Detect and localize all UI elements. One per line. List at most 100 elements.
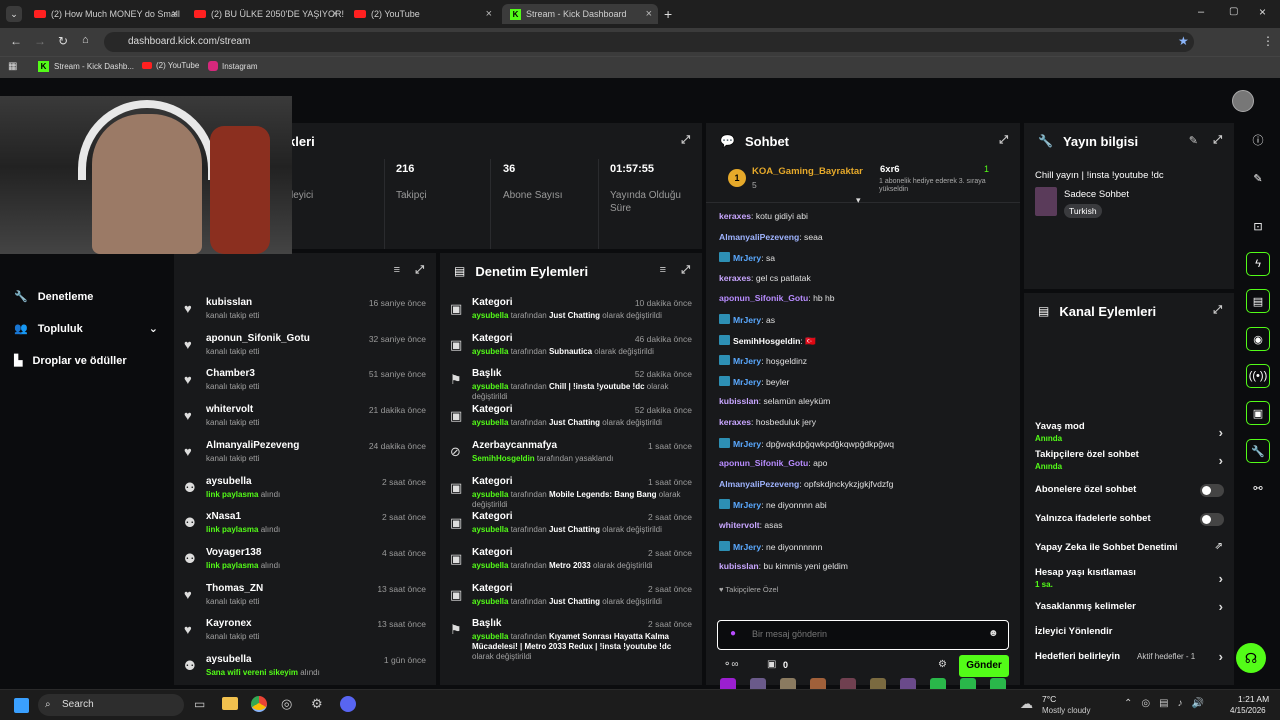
- chat-username[interactable]: kubisslan: [719, 396, 759, 406]
- channel-action-item[interactable]: Yapay Zeka ile Sohbet Denetimi ⇗: [1035, 541, 1223, 553]
- moderator-name[interactable]: aysubella: [472, 525, 508, 534]
- list-item[interactable]: ⚉ aysubella 2 saat önce link paylasma alınd…: [174, 472, 436, 508]
- moderator-name[interactable]: aysubella: [472, 418, 508, 427]
- channel-action-item[interactable]: Takipçilere özel sohbet Anında ›: [1035, 449, 1223, 471]
- send-button[interactable]: Gönder: [959, 655, 1009, 677]
- activity-username[interactable]: Kayronex: [206, 618, 252, 629]
- list-item[interactable]: ♥ Chamber3 51 saniye önce kanalı takip etti: [174, 364, 436, 400]
- activity-username[interactable]: Chamber3: [206, 368, 255, 379]
- wrench-icon[interactable]: 🔧: [1246, 439, 1270, 463]
- bookmark-star-icon[interactable]: ★: [1178, 34, 1189, 48]
- browser-tab-3[interactable]: (2) YouTube ×: [346, 4, 498, 24]
- chat-username[interactable]: MrJery: [733, 500, 761, 510]
- gift-user[interactable]: 6xr6: [880, 164, 900, 175]
- activity-username[interactable]: Voyager138: [206, 547, 261, 558]
- file-explorer-icon[interactable]: [222, 697, 238, 710]
- clipboard-icon[interactable]: ▤: [1246, 289, 1270, 313]
- close-icon[interactable]: ×: [646, 8, 652, 20]
- browser-tab-4[interactable]: K Stream - Kick Dashboard ×: [502, 4, 658, 24]
- clock-date[interactable]: 4/15/2026: [1230, 706, 1266, 715]
- chat-username[interactable]: whitervolt: [719, 520, 760, 530]
- activity-username[interactable]: AlmanyaliPezeveng: [206, 440, 299, 451]
- activity-username[interactable]: Thomas_ZN: [206, 583, 263, 594]
- chat-input-box[interactable]: ● Bir mesaj gönderin ☻: [717, 620, 1009, 650]
- reload-icon[interactable]: ↻: [58, 34, 68, 48]
- bookmark-instagram[interactable]: Instagram: [208, 61, 258, 71]
- activity-username[interactable]: aponun_Sifonik_Gotu: [206, 333, 310, 344]
- list-item[interactable]: ♥ Kayronex 13 saat önce kanalı takip etti: [174, 614, 436, 650]
- chat-username[interactable]: kubisslan: [719, 561, 759, 571]
- community-icon[interactable]: ⚯: [1246, 476, 1270, 500]
- chrome-icon[interactable]: [251, 696, 267, 712]
- chat-username[interactable]: MrJery: [733, 253, 761, 263]
- chat-username[interactable]: MrJery: [733, 439, 761, 449]
- browser-tab-2[interactable]: (2) BU ÜLKE 2050'DE YAŞIYOR! ×: [186, 4, 344, 24]
- chat-username[interactable]: AlmanyaliPezeveng: [719, 232, 799, 242]
- close-icon[interactable]: ×: [332, 8, 338, 20]
- activity-username[interactable]: aysubella: [206, 654, 252, 665]
- toggle-switch[interactable]: [1200, 513, 1224, 526]
- channel-action-item[interactable]: Yalnızca ifadelerle sohbet: [1035, 513, 1224, 526]
- popout-icon[interactable]: ⤢: [1213, 134, 1222, 147]
- list-item[interactable]: ♥ AlmanyaliPezeveng 24 dakika önce kanalı t…: [174, 436, 436, 472]
- apps-icon[interactable]: ▦: [8, 61, 17, 72]
- support-button[interactable]: ☊: [1236, 643, 1266, 673]
- settings-gear-icon[interactable]: ⚙: [938, 659, 947, 670]
- filter-icon[interactable]: ≡: [394, 264, 400, 276]
- list-item[interactable]: ♥ kubisslan 16 saniye önce kanalı takip ett…: [174, 293, 436, 329]
- screenshot-icon[interactable]: ⊡: [1246, 214, 1270, 238]
- moderator-name[interactable]: SemihHosgeldin: [472, 454, 535, 463]
- moderator-name[interactable]: aysubella: [472, 382, 508, 391]
- popout-icon[interactable]: ⤢: [999, 134, 1008, 147]
- popout-icon[interactable]: ⤢: [681, 134, 690, 147]
- menu-icon[interactable]: ⋮: [1262, 34, 1274, 48]
- toggle-switch[interactable]: [1200, 484, 1224, 497]
- close-icon[interactable]: ×: [172, 8, 178, 20]
- activity-username[interactable]: xNasa1: [206, 511, 241, 522]
- back-icon[interactable]: ←: [10, 34, 22, 48]
- browser-tab-1[interactable]: (2) How Much MONEY do Small ×: [26, 4, 184, 24]
- moderator-name[interactable]: aysubella: [472, 490, 508, 499]
- maximize-button[interactable]: ▢: [1229, 6, 1238, 17]
- chat-icon[interactable]: ◉: [1246, 327, 1270, 351]
- chat-username[interactable]: MrJery: [733, 356, 761, 366]
- moderator-name[interactable]: aysubella: [472, 597, 508, 606]
- chat-username[interactable]: MrJery: [733, 377, 761, 387]
- list-item[interactable]: ⚉ xNasa1 2 saat önce link paylasma alındı: [174, 507, 436, 543]
- close-window-button[interactable]: ×: [1259, 5, 1266, 19]
- close-icon[interactable]: ×: [486, 8, 492, 20]
- bookmark-youtube[interactable]: (2) YouTube: [142, 61, 199, 70]
- activity-username[interactable]: aysubella: [206, 476, 252, 487]
- chat-username[interactable]: aponun_Sifonik_Gotu: [719, 293, 808, 303]
- chat-username[interactable]: aponun_Sifonik_Gotu: [719, 458, 808, 468]
- gift-icon[interactable]: ▣: [767, 659, 776, 670]
- popout-icon[interactable]: ⤢: [415, 264, 424, 277]
- info-icon[interactable]: ⓘ: [1246, 128, 1270, 152]
- windows-start-icon[interactable]: [14, 698, 29, 713]
- url-input[interactable]: dashboard.kick.com/stream: [104, 32, 1194, 52]
- list-item[interactable]: ⚉ aysubella 1 gün önce Sana wifi vereni sik…: [174, 650, 436, 686]
- filter-icon[interactable]: ≡: [660, 264, 666, 276]
- chat-username[interactable]: keraxes: [719, 211, 751, 221]
- channel-action-item[interactable]: Hedefleri belirleyin Aktif hedefler - 1 ›: [1035, 649, 1223, 664]
- channel-action-item[interactable]: Abonelere özel sohbet: [1035, 484, 1224, 497]
- chat-username[interactable]: keraxes: [719, 273, 751, 283]
- app-icon[interactable]: ◎: [281, 696, 292, 712]
- sidebar-item-drops[interactable]: ▙ Droplar ve ödüller: [14, 354, 127, 367]
- list-item[interactable]: ♥ aponun_Sifonik_Gotu 32 saniye önce kanalı…: [174, 329, 436, 365]
- top-gifter-name[interactable]: KOA_Gaming_Bayraktar: [752, 166, 863, 177]
- activity-username[interactable]: kubisslan: [206, 297, 252, 308]
- edit-icon[interactable]: ✎: [1246, 166, 1270, 190]
- broadcast-icon[interactable]: ((•)): [1246, 364, 1270, 388]
- channel-action-item[interactable]: Yasaklanmış kelimeler ›: [1035, 599, 1223, 614]
- taskbar-search[interactable]: ⌕ Search: [38, 694, 184, 716]
- bookmark-kick[interactable]: K Stream - Kick Dashb...: [38, 61, 134, 72]
- collapse-icon[interactable]: ▾: [856, 195, 861, 206]
- mic-icon[interactable]: ●: [730, 628, 736, 639]
- list-item[interactable]: ♥ whitervolt 21 dakika önce kanalı takip et…: [174, 400, 436, 436]
- chat-username[interactable]: AlmanyaliPezeveng: [719, 479, 799, 489]
- chat-username[interactable]: MrJery: [733, 542, 761, 552]
- list-item[interactable]: ⚉ Voyager138 4 saat önce link paylasma alın…: [174, 543, 436, 579]
- emoji-icon[interactable]: ☻: [988, 628, 999, 639]
- activity-icon[interactable]: ▣: [1246, 401, 1270, 425]
